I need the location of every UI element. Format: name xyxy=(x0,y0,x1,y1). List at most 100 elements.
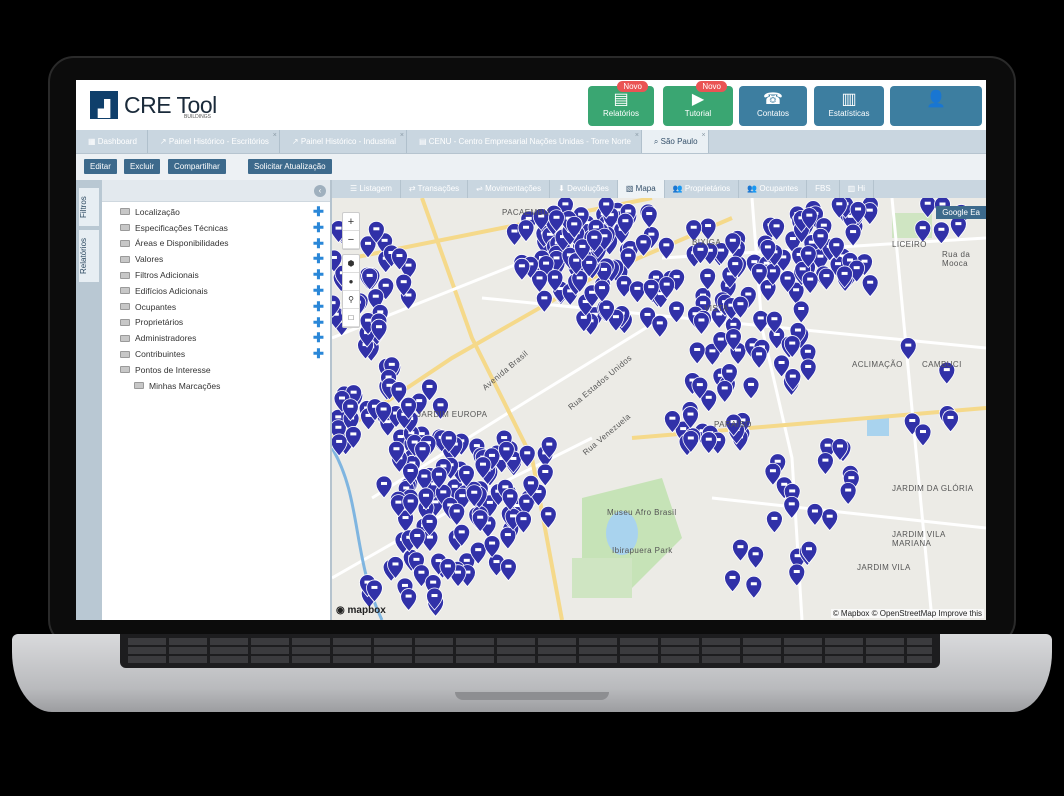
filter-item[interactable]: Valores ✚ xyxy=(102,251,330,267)
add-filter-icon[interactable]: ✚ xyxy=(313,252,324,265)
tab-2[interactable]: ↗ Painel Histórico - Industrial × xyxy=(280,130,407,153)
filter-item[interactable]: Pontos de Interesse xyxy=(102,362,330,378)
folder-icon xyxy=(120,239,130,247)
pin-glyph xyxy=(841,271,848,275)
filter-item[interactable]: Contribuintes ✚ xyxy=(102,346,330,362)
add-filter-icon[interactable]: ✚ xyxy=(313,237,324,250)
close-tab-icon[interactable]: × xyxy=(635,132,639,139)
pin-glyph xyxy=(771,516,778,520)
filter-item[interactable]: Especificações Técnicas ✚ xyxy=(102,220,330,236)
filter-item[interactable]: Ocupantes ✚ xyxy=(102,299,330,315)
pin-glyph xyxy=(823,274,830,278)
compartilhar-button[interactable]: Compartilhar xyxy=(168,159,226,174)
view-tab-transacoes[interactable]: ⇄ Transações xyxy=(401,180,469,198)
pin-glyph xyxy=(400,280,407,284)
folder-icon xyxy=(120,303,130,311)
collapse-panel-icon[interactable]: ‹ xyxy=(314,185,326,197)
tab-4[interactable]: ⌕ São Paulo × xyxy=(641,130,709,153)
filter-label: Valores xyxy=(135,254,164,265)
add-filter-icon[interactable]: ✚ xyxy=(313,205,324,218)
pin-glyph xyxy=(411,440,418,444)
add-filter-icon[interactable]: ✚ xyxy=(313,221,324,234)
user-button[interactable]: 👤 xyxy=(890,86,982,126)
pin-glyph xyxy=(395,500,402,504)
tab-0[interactable]: ▦ Dashboard xyxy=(76,130,148,153)
view-tab-ocupantes[interactable]: 👥 Ocupantes xyxy=(739,180,808,198)
tutorial-button[interactable]: ▶ Tutorial Novo xyxy=(663,81,733,126)
pin-glyph xyxy=(955,222,962,226)
estatsticas-button[interactable]: ▥ Estatísticas xyxy=(814,86,884,126)
pin-glyph xyxy=(804,349,811,353)
pin-glyph xyxy=(698,318,705,322)
polygon-tool-icon[interactable]: ⬢ xyxy=(343,255,359,273)
marker-tool-icon[interactable]: ⚲ xyxy=(343,291,359,309)
map-canvas[interactable] xyxy=(332,198,986,620)
pin-glyph xyxy=(453,509,460,513)
view-tab-label: Ocupantes xyxy=(759,184,799,193)
view-tab-mapa[interactable]: ▧ Mapa xyxy=(617,180,665,198)
view-tab-movimentacoes[interactable]: ⇌ Movimentações xyxy=(468,180,551,198)
pin-glyph xyxy=(805,251,812,255)
filter-item[interactable]: Filtros Adicionais ✚ xyxy=(102,267,330,283)
add-filter-icon[interactable]: ✚ xyxy=(313,347,324,360)
google-earth-button[interactable]: Google Ea xyxy=(936,206,986,219)
contatos-button[interactable]: ☎ Contatos xyxy=(739,86,807,126)
pin-glyph xyxy=(705,395,712,399)
view-tab-label: Mapa xyxy=(635,184,656,193)
folder-icon xyxy=(120,318,130,326)
map-label: Ibirapuera Park xyxy=(612,546,673,555)
view-tab-proprietarios[interactable]: 👥 Proprietários xyxy=(665,180,740,198)
map-attribution[interactable]: © Mapbox © OpenStreetMap Improve this xyxy=(830,609,984,618)
add-filter-icon[interactable]: ✚ xyxy=(313,331,324,344)
pin-glyph xyxy=(553,256,560,260)
zoom-in-button[interactable]: + xyxy=(343,213,359,231)
pin-glyph xyxy=(634,286,641,290)
zoom-out-button[interactable]: − xyxy=(343,231,359,249)
relatrios-button[interactable]: ▤ Relatórios Novo xyxy=(588,81,654,126)
filter-item[interactable]: Áreas e Disponibilidades ✚ xyxy=(102,236,330,252)
tab-3[interactable]: ▤ CENU - Centro Empresarial Nações Unida… xyxy=(407,130,642,153)
tab-icon: ▤ xyxy=(418,137,429,146)
rail-tab-filtros[interactable]: Filtros xyxy=(79,188,99,226)
view-tab-hi[interactable]: ▥ Hi xyxy=(840,180,875,198)
pin-glyph xyxy=(502,485,509,489)
close-tab-icon[interactable]: × xyxy=(400,132,404,139)
pin-glyph xyxy=(541,296,548,300)
filter-label: Localização xyxy=(135,206,180,217)
tab-icon: ↗ xyxy=(291,137,301,146)
add-filter-icon[interactable]: ✚ xyxy=(313,316,324,329)
add-filter-icon[interactable]: ✚ xyxy=(313,300,324,313)
solicitar-button[interactable]: Solicitar Atualização xyxy=(248,159,332,174)
rail-tab-relatorios[interactable]: Relatórios xyxy=(79,230,99,282)
add-filter-icon[interactable]: ✚ xyxy=(313,268,324,281)
editar-button[interactable]: Editar xyxy=(84,159,117,174)
folder-icon xyxy=(134,382,144,390)
map-view[interactable]: PACAEMBU JARDIM EUROPA ACLIMAÇÃO CAMBUCI JAR… xyxy=(332,198,986,620)
pin-glyph xyxy=(737,545,744,549)
map-label: JARDIM VILA MARIANA xyxy=(892,530,946,548)
view-tab-label: Proprietários xyxy=(684,184,731,193)
circle-tool-icon[interactable]: ● xyxy=(343,273,359,291)
pin-glyph xyxy=(705,224,712,228)
view-tab-fbs[interactable]: FBS xyxy=(807,180,840,198)
filter-item[interactable]: Localização ✚ xyxy=(102,204,330,220)
filter-item[interactable]: Minhas Marcações xyxy=(102,378,330,394)
pin-glyph xyxy=(789,374,796,378)
filter-item[interactable]: Administradores ✚ xyxy=(102,330,330,346)
tab-icon: ▦ xyxy=(88,137,98,146)
pin-glyph xyxy=(836,202,843,206)
view-tab-devolucoes[interactable]: ⬇ Devoluções xyxy=(550,180,618,198)
mapbox-logo-text: mapbox xyxy=(347,605,386,616)
pin-glyph xyxy=(523,499,530,503)
pin-glyph xyxy=(735,348,742,352)
square-tool-icon[interactable]: □ xyxy=(343,309,359,327)
tab-1[interactable]: ↗ Painel Histórico - Escritórios × xyxy=(148,130,280,153)
pin-glyph xyxy=(414,533,421,537)
view-tab-listagem[interactable]: ☰ Listagem xyxy=(342,180,401,198)
close-tab-icon[interactable]: × xyxy=(701,132,705,139)
excluir-button[interactable]: Excluir xyxy=(124,159,161,174)
filter-item[interactable]: Edifícios Adicionais ✚ xyxy=(102,283,330,299)
add-filter-icon[interactable]: ✚ xyxy=(313,284,324,297)
close-tab-icon[interactable]: × xyxy=(273,132,277,139)
filter-item[interactable]: Proprietários ✚ xyxy=(102,315,330,331)
